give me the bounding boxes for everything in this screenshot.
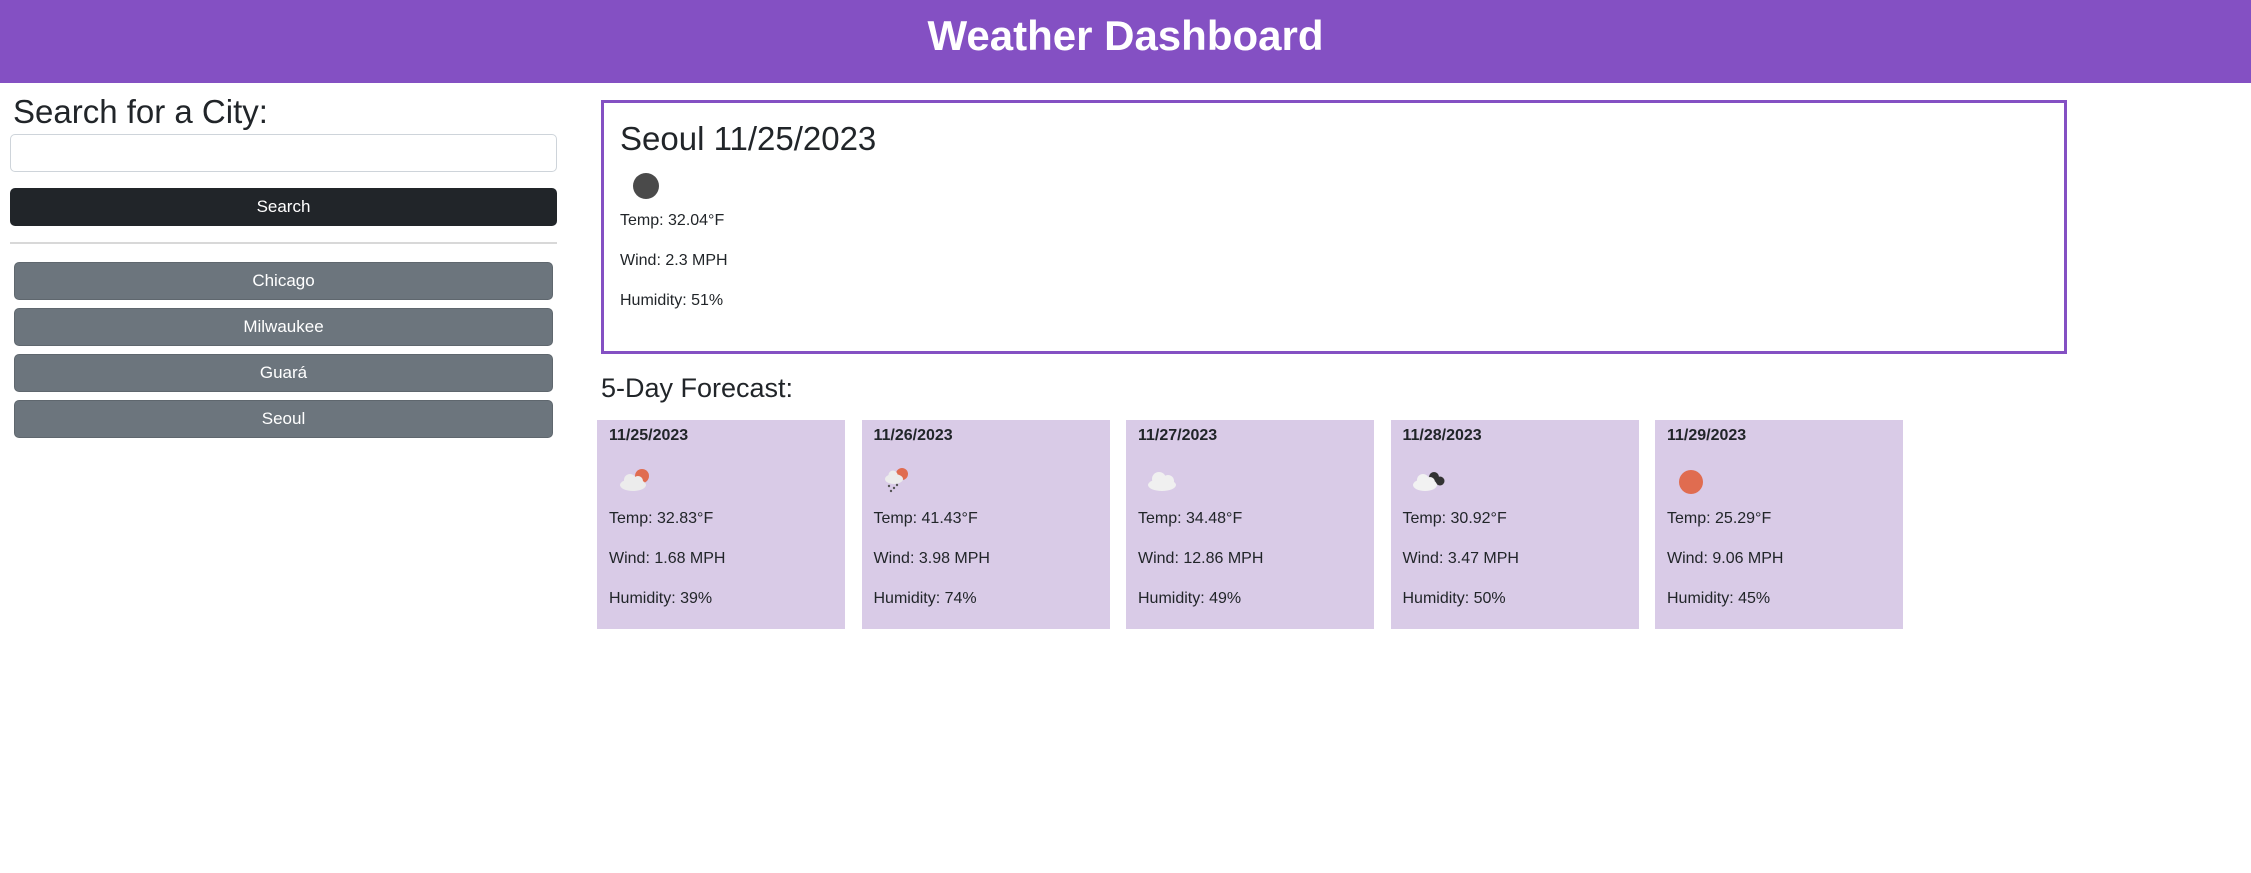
forecast-temp: Temp: 30.92°F xyxy=(1402,510,1507,527)
app-title: Weather Dashboard xyxy=(927,12,1324,59)
forecast-card: 11/25/2023 Temp: 32.83°F Wind: 1.68 MPH … xyxy=(597,420,845,629)
sidebar: Search for a City: Search Chicago Milwau… xyxy=(10,92,557,446)
current-wind: Wind: 2.3 MPH xyxy=(620,252,728,269)
forecast-wind: Wind: 9.06 MPH xyxy=(1667,550,1784,567)
forecast-wind: Wind: 3.47 MPH xyxy=(1402,550,1519,567)
current-weather-panel: Seoul 11/25/2023 Temp: 32.04°F Wind: 2.3… xyxy=(601,100,2067,354)
forecast-date: 11/29/2023 xyxy=(1667,427,1747,444)
forecast-heading: 5-Day Forecast: xyxy=(601,373,794,403)
sun-icon xyxy=(1679,470,1703,494)
partly-cloudy-icon xyxy=(620,469,649,491)
city-search-input[interactable] xyxy=(10,134,557,172)
cloud-icon xyxy=(1148,472,1176,491)
forecast-humidity: Humidity: 49% xyxy=(1138,590,1242,607)
history-button-milwaukee[interactable]: Milwaukee xyxy=(14,308,553,346)
forecast-temp: Temp: 32.83°F xyxy=(609,510,714,527)
search-heading: Search for a City: xyxy=(13,93,268,130)
forecast-card: 11/26/2023 Temp: 41.43°F Wind: 3.98 MPH … xyxy=(861,420,1110,629)
forecast-date: 11/26/2023 xyxy=(873,427,953,444)
search-history: Chicago Milwaukee Guará Seoul xyxy=(14,262,557,438)
forecast-humidity: Humidity: 50% xyxy=(1402,590,1506,607)
snow-sun-icon xyxy=(884,468,908,493)
forecast-card: 11/27/2023 Temp: 34.48°F Wind: 12.86 MPH… xyxy=(1126,420,1374,629)
current-temp: Temp: 32.04°F xyxy=(620,212,725,229)
app-header: Weather Dashboard xyxy=(0,0,2251,83)
forecast-temp: Temp: 34.48°F xyxy=(1138,510,1243,527)
search-button[interactable]: Search xyxy=(10,188,557,226)
forecast-card: 11/29/2023 Temp: 25.29°F Wind: 9.06 MPH … xyxy=(1655,420,1903,629)
forecast-wind: Wind: 12.86 MPH xyxy=(1138,550,1264,567)
forecast-card: 11/28/2023 Temp: 30.92°F Wind: 3.47 MPH … xyxy=(1390,420,1639,629)
forecast-humidity: Humidity: 74% xyxy=(873,590,977,607)
moon-icon xyxy=(633,173,659,199)
forecast-cards: 11/25/2023 Temp: 32.83°F Wind: 1.68 MPH … xyxy=(597,420,1920,629)
current-city-date: Seoul 11/25/2023 xyxy=(620,120,877,157)
history-button-seoul[interactable]: Seoul xyxy=(14,400,553,438)
forecast-temp: Temp: 41.43°F xyxy=(873,510,978,527)
forecast-wind: Wind: 3.98 MPH xyxy=(873,550,990,567)
current-humidity: Humidity: 51% xyxy=(620,292,724,309)
broken-clouds-icon xyxy=(1412,472,1444,491)
sidebar-divider xyxy=(10,242,557,244)
forecast-temp: Temp: 25.29°F xyxy=(1667,510,1772,527)
forecast-humidity: Humidity: 45% xyxy=(1667,590,1771,607)
forecast-wind: Wind: 1.68 MPH xyxy=(609,550,726,567)
history-button-chicago[interactable]: Chicago xyxy=(14,262,553,300)
forecast-date: 11/28/2023 xyxy=(1402,427,1482,444)
forecast-date: 11/27/2023 xyxy=(1138,427,1218,444)
history-button-guara[interactable]: Guará xyxy=(14,354,553,392)
forecast-date: 11/25/2023 xyxy=(609,427,689,444)
forecast-humidity: Humidity: 39% xyxy=(609,590,713,607)
